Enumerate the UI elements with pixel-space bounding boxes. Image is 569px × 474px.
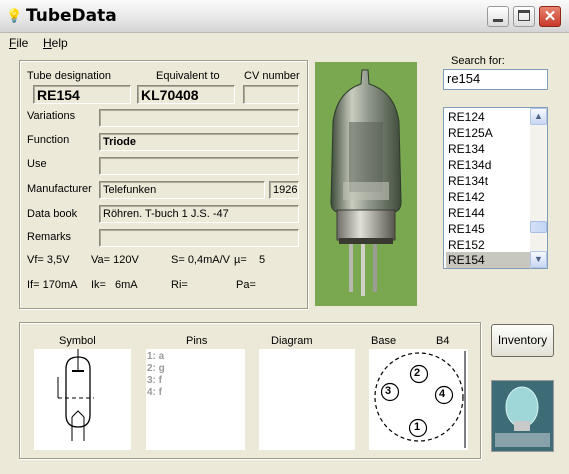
- list-item[interactable]: RE134t: [446, 173, 530, 189]
- s-value: S= 0,4mA/V: [171, 254, 231, 266]
- use-label: Use: [27, 158, 47, 170]
- function-label: Function: [27, 134, 70, 146]
- chevron-down-icon: ▼: [534, 254, 543, 264]
- data-book-label: Data book: [27, 208, 78, 220]
- menu-bar: [0, 33, 569, 53]
- tube-photo: [315, 62, 417, 306]
- pins-panel: 1: a 2: g 3: f 4: f: [146, 349, 245, 450]
- pa-label: Pa=: [236, 279, 256, 291]
- remarks-field[interactable]: [99, 229, 299, 247]
- inventory-button[interactable]: Inventory: [491, 324, 554, 357]
- ik-label: Ik=: [91, 279, 106, 291]
- scroll-thumb[interactable]: [530, 221, 547, 233]
- variations-label: Variations: [27, 110, 76, 122]
- menu-help-mnemonic: H: [43, 36, 52, 50]
- symbol-label: Symbol: [59, 335, 96, 347]
- triode-symbol: [57, 349, 94, 441]
- maximize-icon: [518, 10, 530, 21]
- designation-field[interactable]: RE154: [33, 85, 131, 104]
- base-pinout-drawing: [374, 351, 466, 448]
- base-panel: 2 3 4 1: [369, 349, 468, 450]
- manufacturer-field[interactable]: Telefunken: [99, 181, 265, 199]
- menu-help[interactable]: Help: [43, 36, 68, 50]
- list-item[interactable]: RE134d: [446, 157, 530, 173]
- list-item[interactable]: RE124: [446, 109, 530, 125]
- app-logo-image: [491, 380, 554, 452]
- function-field[interactable]: Triode: [99, 133, 299, 151]
- diagram-panel: [259, 349, 355, 450]
- base-pin-label: 4: [439, 388, 446, 400]
- chevron-up-icon: ▲: [534, 111, 543, 121]
- pin-line: 4: f: [147, 387, 162, 398]
- mu-label: µ=: [234, 254, 247, 266]
- list-item[interactable]: RE152: [446, 237, 530, 253]
- window-title: TubeData: [26, 6, 117, 26]
- list-item[interactable]: RE145: [446, 221, 530, 237]
- menu-file-label: ile: [16, 36, 29, 50]
- use-field[interactable]: [99, 157, 299, 175]
- base-label: Base: [371, 335, 397, 347]
- if-value: If= 170mA: [27, 279, 78, 291]
- symbol-panel: [34, 349, 131, 450]
- scroll-down-button[interactable]: ▼: [530, 251, 547, 268]
- pin-line: 2: g: [147, 363, 165, 374]
- ri-label: Ri=: [171, 279, 188, 291]
- variations-field[interactable]: [99, 109, 299, 127]
- pin-line: 3: f: [147, 375, 162, 386]
- menu-file[interactable]: File: [9, 36, 28, 50]
- cv-number-field[interactable]: [243, 85, 299, 104]
- search-input[interactable]: re154: [443, 69, 548, 90]
- tube-photo-drawing: [315, 62, 417, 306]
- data-book-field[interactable]: Röhren. T-buch 1 J.S. -47: [99, 205, 299, 223]
- menu-help-label: elp: [51, 36, 68, 50]
- list-scrollbar[interactable]: ▲ ▼: [530, 108, 547, 268]
- diagram-label: Diagram: [271, 335, 313, 347]
- logo-tube-icon: [492, 381, 553, 451]
- base-pin-label: 2: [414, 367, 421, 379]
- mu-value: 5: [259, 254, 266, 266]
- manufacturer-label: Manufacturer: [27, 183, 92, 195]
- va-value: Va= 120V: [91, 254, 139, 266]
- designation-label: Tube designation: [27, 70, 111, 82]
- maximize-button[interactable]: [513, 6, 535, 27]
- ik-value: 6mA: [115, 279, 138, 291]
- lightbulb-icon[interactable]: 💡: [6, 8, 22, 24]
- cv-number-label: CV number: [244, 70, 300, 82]
- base-pin-label: 3: [385, 385, 392, 397]
- close-button[interactable]: ✕: [539, 6, 561, 27]
- pin-line: 1: a: [147, 351, 165, 362]
- equivalent-field[interactable]: KL70408: [137, 85, 235, 104]
- list-item[interactable]: RE142: [446, 189, 530, 205]
- minimize-button[interactable]: [487, 6, 509, 27]
- tube-listbox[interactable]: RE124 RE125A RE134 RE134d RE134t RE142 R…: [443, 107, 548, 269]
- scroll-up-button[interactable]: ▲: [530, 108, 547, 125]
- list-item[interactable]: RE144: [446, 205, 530, 221]
- list-item-selected[interactable]: RE154: [446, 252, 530, 268]
- vf-value: Vf= 3,5V: [27, 254, 70, 266]
- search-label: Search for:: [451, 55, 505, 67]
- pins-label: Pins: [186, 335, 208, 347]
- minimize-icon: [493, 19, 503, 22]
- list-item[interactable]: RE134: [446, 141, 530, 157]
- base-type-label: B4: [436, 335, 450, 347]
- year-field[interactable]: 1926: [269, 181, 299, 199]
- list-item[interactable]: RE125A: [446, 125, 530, 141]
- equivalent-label: Equivalent to: [156, 70, 220, 82]
- base-pin-label: 1: [414, 421, 421, 433]
- close-icon: ✕: [543, 8, 557, 25]
- remarks-label: Remarks: [27, 231, 72, 243]
